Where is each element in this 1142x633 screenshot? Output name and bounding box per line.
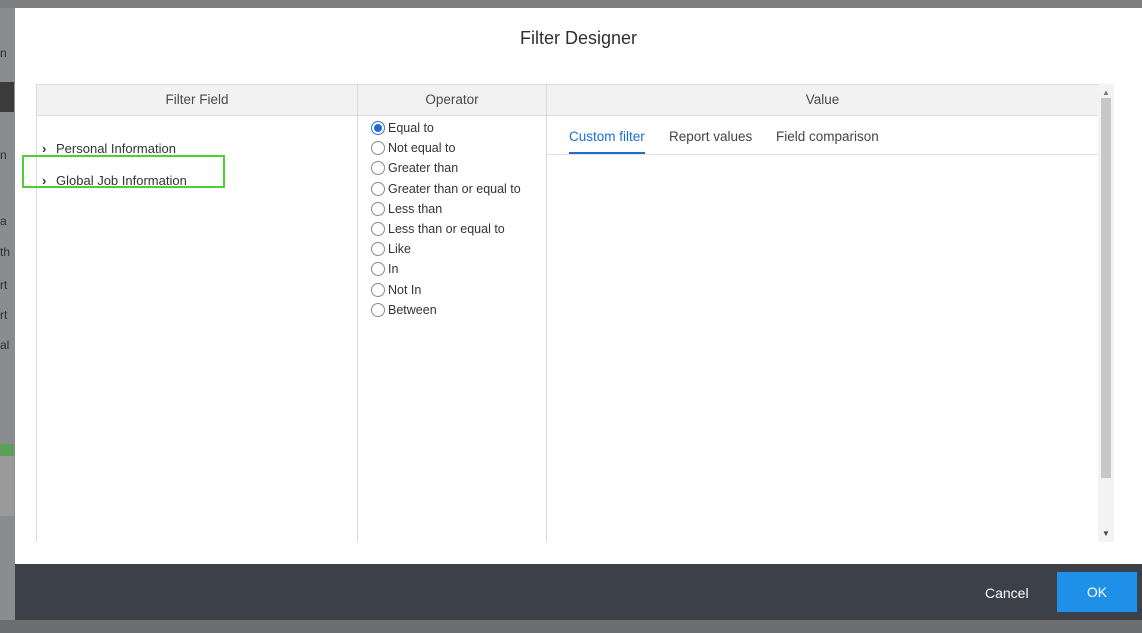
operator-column: Operator Equal to Not equal to Greater t… bbox=[358, 84, 547, 542]
background-text-fragment: n bbox=[0, 46, 7, 60]
operator-option-less-than[interactable]: Less than bbox=[371, 199, 521, 219]
scroll-down-arrow-icon[interactable]: ▼ bbox=[1102, 529, 1110, 538]
filter-field-column: Filter Field › Personal Information › Glob… bbox=[22, 84, 358, 542]
tree-item-label: Global Job Information bbox=[56, 173, 187, 188]
filter-field-header: Filter Field bbox=[37, 84, 357, 116]
operator-label: Less than bbox=[388, 201, 443, 216]
background-text-fragment: th bbox=[0, 245, 11, 259]
value-column: Value Custom filter Report values Field … bbox=[547, 84, 1098, 542]
operator-label: Not equal to bbox=[388, 141, 456, 156]
ok-button[interactable]: OK bbox=[1057, 572, 1137, 612]
radio-icon[interactable] bbox=[371, 181, 385, 196]
operator-label: Greater than or equal to bbox=[388, 181, 521, 196]
operator-label: Between bbox=[388, 302, 437, 317]
operator-option-not-in[interactable]: Not In bbox=[371, 280, 521, 300]
radio-icon[interactable] bbox=[371, 141, 385, 156]
operator-option-like[interactable]: Like bbox=[371, 239, 521, 259]
scrollbar-thumb[interactable] bbox=[1101, 98, 1111, 478]
tab-field-comparison[interactable]: Field comparison bbox=[776, 128, 879, 154]
operator-label: Not In bbox=[388, 282, 422, 297]
background-text-fragment: al bbox=[0, 338, 10, 352]
dialog-title: Filter Designer bbox=[519, 28, 638, 48]
tree-item-label: Personal Information bbox=[56, 141, 176, 156]
radio-icon[interactable] bbox=[371, 201, 385, 216]
background-text-fragment: a bbox=[0, 214, 7, 228]
operator-option-in[interactable]: In bbox=[371, 259, 521, 279]
background-text-fragment: rt bbox=[0, 278, 8, 292]
background-text-fragment: rt bbox=[0, 308, 8, 322]
background-block bbox=[0, 456, 14, 516]
chevron-right-icon: › bbox=[42, 173, 47, 188]
background-block bbox=[0, 82, 14, 112]
operator-label: Equal to bbox=[388, 121, 434, 136]
background-bottom-band bbox=[0, 620, 1142, 633]
tab-report-values[interactable]: Report values bbox=[669, 128, 752, 154]
cancel-button[interactable]: Cancel bbox=[975, 578, 1039, 608]
radio-icon[interactable] bbox=[371, 222, 385, 237]
operator-option-equal-to[interactable]: Equal to bbox=[371, 118, 521, 138]
radio-icon[interactable] bbox=[371, 302, 385, 317]
operator-radio-group: Equal to Not equal to Greater than Great… bbox=[371, 118, 521, 320]
operator-option-not-equal-to[interactable]: Not equal to bbox=[371, 138, 521, 158]
filter-designer-dialog: Filter Designer Filter Field › Personal I… bbox=[15, 8, 1142, 620]
operator-option-greater-than-or-equal[interactable]: Greater than or equal to bbox=[371, 179, 521, 199]
operator-option-less-than-or-equal[interactable]: Less than or equal to bbox=[371, 219, 521, 239]
value-header: Value bbox=[547, 84, 1098, 116]
operator-label: Less than or equal to bbox=[388, 222, 505, 237]
radio-selected-icon[interactable] bbox=[371, 121, 385, 136]
operator-option-between[interactable]: Between bbox=[371, 300, 521, 320]
radio-icon[interactable] bbox=[371, 242, 385, 257]
operator-label: Greater than bbox=[388, 161, 459, 176]
vertical-scrollbar[interactable]: ▲ ▼ bbox=[1098, 84, 1114, 542]
scroll-up-arrow-icon[interactable]: ▲ bbox=[1102, 88, 1110, 97]
tree-item-global-job-information[interactable]: › Global Job Information bbox=[42, 171, 187, 191]
filter-grid: Filter Field › Personal Information › Glob… bbox=[22, 84, 1099, 542]
radio-icon[interactable] bbox=[371, 282, 385, 297]
radio-icon[interactable] bbox=[371, 262, 385, 277]
radio-icon[interactable] bbox=[371, 161, 385, 176]
background-text-fragment: n bbox=[0, 148, 7, 162]
operator-label: Like bbox=[388, 242, 411, 257]
value-tabs: Custom filter Report values Field compar… bbox=[547, 128, 1098, 155]
operator-option-greater-than[interactable]: Greater than bbox=[371, 158, 521, 178]
tab-custom-filter[interactable]: Custom filter bbox=[569, 128, 645, 154]
operator-label: In bbox=[388, 262, 399, 277]
dialog-footer: Cancel OK bbox=[15, 564, 1142, 620]
background-strip: n n a th rt rt al bbox=[0, 8, 15, 620]
operator-header: Operator bbox=[358, 84, 546, 116]
